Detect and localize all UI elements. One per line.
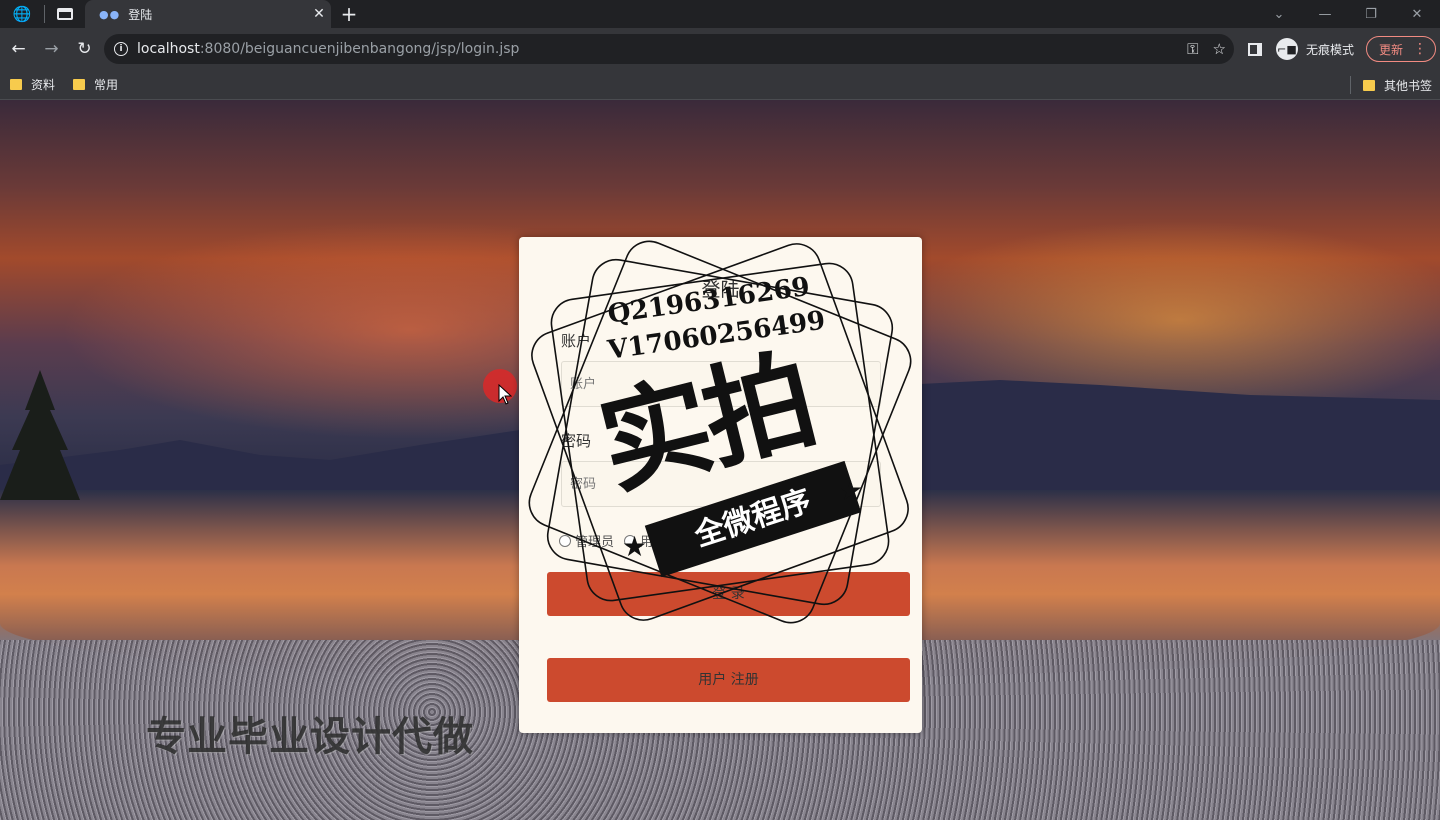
bookmark-label: 资料: [31, 78, 56, 92]
star-icon[interactable]: ☆: [1213, 40, 1226, 58]
bookmark-separator: [1349, 76, 1351, 94]
new-tab-button[interactable]: +: [331, 2, 367, 26]
tab-strip: 🌐 ●● 登陆 ✕ + ⌄ — ❐ ✕: [0, 0, 1440, 28]
star-icon: ★: [622, 530, 648, 563]
loading-dots-icon: ●●: [99, 7, 121, 21]
incognito-label: 无痕模式: [1305, 42, 1354, 57]
bookmark-folder-1[interactable]: 资料: [10, 76, 55, 93]
role-admin-radio[interactable]: [559, 534, 571, 547]
other-bookmarks-label: 其他书签: [1383, 78, 1432, 93]
role-admin[interactable]: 管理员: [559, 531, 614, 550]
update-button[interactable]: 更新 ⋮: [1365, 36, 1436, 62]
folder-icon: [10, 79, 22, 90]
browser-toolbar: ← → ↻ i localhost:8080/beiguancuenjibenb…: [0, 28, 1440, 70]
side-panel-icon[interactable]: [1247, 42, 1262, 56]
restore-button[interactable]: ❐: [1348, 7, 1394, 22]
tab-search-icon[interactable]: ⌄: [1256, 7, 1302, 22]
close-tab-icon[interactable]: ✕: [307, 6, 331, 22]
back-icon[interactable]: ←: [2, 39, 35, 59]
register-button[interactable]: 用户 注册: [547, 658, 910, 702]
mouse-cursor-icon: [498, 384, 512, 405]
minimize-button[interactable]: —: [1302, 7, 1348, 22]
tree-silhouette: [0, 370, 80, 500]
password-label: 密码: [561, 432, 592, 450]
star-icon: ★: [838, 474, 864, 507]
address-bar[interactable]: i localhost:8080/beiguancuenjibenbangong…: [104, 34, 1234, 64]
folder-icon: [1362, 79, 1375, 91]
window-controls: ⌄ — ❐ ✕: [1256, 0, 1440, 28]
bottom-watermark: 专业毕业设计代做: [146, 714, 474, 760]
globe-icon[interactable]: 🌐: [0, 0, 44, 28]
incognito-icon: ⌐■: [1275, 38, 1298, 60]
bookmark-label: 常用: [94, 78, 119, 92]
other-bookmarks[interactable]: 其他书签: [1362, 77, 1432, 94]
key-icon[interactable]: ⚿: [1187, 40, 1198, 58]
account-label: 账户: [561, 332, 592, 350]
update-label: 更新: [1378, 42, 1403, 57]
role-admin-label: 管理员: [575, 535, 615, 550]
login-button[interactable]: 登 录: [547, 572, 910, 616]
url-path: :8080/beiguancuenjibenbangong/jsp/login.…: [199, 41, 520, 57]
bookmarks-bar: 资料 常用 其他书签: [0, 70, 1440, 100]
reload-icon[interactable]: ↻: [68, 39, 101, 59]
folder-icon: [73, 79, 86, 90]
tab-login[interactable]: ●● 登陆 ✕: [85, 0, 331, 28]
tab-title: 登陆: [128, 7, 153, 22]
info-icon[interactable]: i: [114, 42, 128, 56]
url-host: localhost: [137, 41, 200, 57]
incognito-indicator[interactable]: ⌐■ 无痕模式: [1275, 38, 1354, 60]
forward-icon[interactable]: →: [35, 39, 68, 59]
close-window-button[interactable]: ✕: [1394, 7, 1440, 22]
tab-group-icon[interactable]: [45, 0, 85, 28]
menu-icon[interactable]: ⋮: [1413, 41, 1427, 57]
bookmark-folder-2[interactable]: 常用: [73, 76, 118, 93]
